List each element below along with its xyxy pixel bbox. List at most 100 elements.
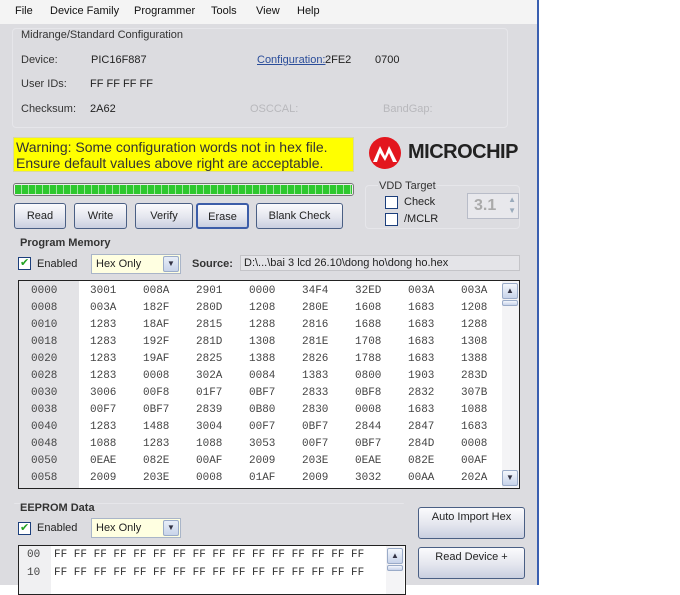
data-cell[interactable]: 1308 bbox=[461, 336, 487, 348]
data-cell[interactable]: 0BF7 bbox=[355, 438, 381, 450]
data-cell[interactable]: 2009 bbox=[249, 455, 275, 467]
data-cell[interactable]: 1288 bbox=[461, 319, 487, 331]
data-cell[interactable]: 3006 bbox=[90, 387, 116, 399]
data-cell[interactable]: 2844 bbox=[355, 421, 381, 433]
eeprom-table[interactable]: 00 FF FF FF FF FF FF FF FF FF FF FF FF FF… bbox=[18, 545, 406, 595]
data-cell[interactable]: 302A bbox=[196, 370, 222, 382]
data-cell[interactable]: 3032 bbox=[355, 472, 381, 484]
scroll-down-icon[interactable]: ▼ bbox=[502, 470, 518, 486]
data-cell[interactable]: 0008 bbox=[143, 370, 169, 382]
data-cell[interactable]: 1788 bbox=[355, 353, 381, 365]
data-cell[interactable]: 3004 bbox=[196, 421, 222, 433]
data-cell[interactable]: 19AF bbox=[143, 353, 169, 365]
data-cell[interactable]: 1683 bbox=[408, 302, 434, 314]
data-cell[interactable]: 1383 bbox=[302, 370, 328, 382]
data-cell[interactable]: 280E bbox=[302, 302, 328, 314]
read-button[interactable]: Read bbox=[14, 203, 66, 229]
data-cell[interactable]: 0EAE bbox=[90, 455, 116, 467]
menu-file[interactable]: File bbox=[15, 5, 33, 17]
data-cell[interactable]: 1088 bbox=[461, 404, 487, 416]
configuration-link[interactable]: Configuration: bbox=[257, 54, 326, 66]
data-cell[interactable]: 1208 bbox=[461, 302, 487, 314]
data-cell[interactable]: 1683 bbox=[408, 353, 434, 365]
menu-programmer[interactable]: Programmer bbox=[134, 5, 195, 17]
data-cell[interactable]: 00AF bbox=[461, 455, 487, 467]
data-cell[interactable]: 32ED bbox=[355, 285, 381, 297]
data-cell[interactable]: 2825 bbox=[196, 353, 222, 365]
erase-button[interactable]: Erase bbox=[196, 203, 249, 229]
data-cell[interactable]: 2839 bbox=[196, 404, 222, 416]
data-cell[interactable]: 2901 bbox=[196, 285, 222, 297]
menu-tools[interactable]: Tools bbox=[211, 5, 237, 17]
data-cell[interactable]: 3053 bbox=[249, 438, 275, 450]
data-cell[interactable]: 280D bbox=[196, 302, 222, 314]
data-cell[interactable]: 1208 bbox=[249, 302, 275, 314]
data-cell[interactable]: 1683 bbox=[461, 421, 487, 433]
data-cell[interactable]: 0008 bbox=[461, 438, 487, 450]
data-cell[interactable]: 0BF7 bbox=[249, 387, 275, 399]
data-cell[interactable]: 1088 bbox=[90, 438, 116, 450]
blank-check-button[interactable]: Blank Check bbox=[256, 203, 343, 229]
data-cell[interactable]: 0BF7 bbox=[143, 404, 169, 416]
program-memory-mode-select[interactable]: Hex Only ▼ bbox=[91, 254, 181, 274]
program-memory-scrollbar[interactable]: ▲ ▼ bbox=[502, 281, 519, 488]
data-cell[interactable]: 202A bbox=[461, 472, 487, 484]
data-cell[interactable]: 1283 bbox=[90, 370, 116, 382]
data-cell[interactable]: 1283 bbox=[90, 319, 116, 331]
data-cell[interactable]: 281D bbox=[196, 336, 222, 348]
data-cell[interactable]: 203E bbox=[302, 455, 328, 467]
data-cell[interactable]: 1683 bbox=[408, 319, 434, 331]
data-cell[interactable]: 082E bbox=[143, 455, 169, 467]
spin-down-icon[interactable]: ▼ bbox=[508, 206, 516, 215]
data-cell[interactable]: 00AA bbox=[408, 472, 434, 484]
data-cell[interactable]: 0084 bbox=[249, 370, 275, 382]
data-cell[interactable]: 00F8 bbox=[143, 387, 169, 399]
eeprom-enabled-checkbox[interactable] bbox=[18, 521, 31, 535]
chevron-down-icon[interactable]: ▼ bbox=[163, 520, 179, 536]
data-cell[interactable]: 1608 bbox=[355, 302, 381, 314]
program-memory-enabled-checkbox[interactable] bbox=[18, 256, 31, 270]
data-cell[interactable]: 1388 bbox=[249, 353, 275, 365]
data-cell[interactable]: 3001 bbox=[90, 285, 116, 297]
write-button[interactable]: Write bbox=[74, 203, 127, 229]
data-cell[interactable]: 082E bbox=[408, 455, 434, 467]
scroll-thumb[interactable] bbox=[502, 300, 518, 306]
data-cell[interactable]: 2847 bbox=[408, 421, 434, 433]
data-cell[interactable]: 2815 bbox=[196, 319, 222, 331]
data-cell[interactable]: 2009 bbox=[90, 472, 116, 484]
menu-view[interactable]: View bbox=[256, 5, 280, 17]
data-cell[interactable]: 1283 bbox=[90, 353, 116, 365]
data-cell[interactable]: 1688 bbox=[355, 319, 381, 331]
data-cell[interactable]: 01AF bbox=[249, 472, 275, 484]
scroll-up-icon[interactable]: ▲ bbox=[387, 548, 403, 564]
data-cell[interactable]: 1388 bbox=[461, 353, 487, 365]
eeprom-scrollbar[interactable]: ▲ bbox=[386, 546, 404, 594]
data-cell[interactable]: 00F7 bbox=[90, 404, 116, 416]
data-cell[interactable]: 283D bbox=[461, 370, 487, 382]
data-cell[interactable]: 0B80 bbox=[249, 404, 275, 416]
data-cell[interactable]: 0000 bbox=[249, 285, 275, 297]
scroll-up-icon[interactable]: ▲ bbox=[502, 283, 518, 299]
data-cell[interactable]: 307B bbox=[461, 387, 487, 399]
data-cell[interactable]: 003A bbox=[90, 302, 116, 314]
data-cell[interactable]: 0800 bbox=[355, 370, 381, 382]
data-cell[interactable]: 1683 bbox=[408, 404, 434, 416]
data-cell[interactable]: 00F7 bbox=[249, 421, 275, 433]
data-cell[interactable]: 284D bbox=[408, 438, 434, 450]
read-device-plus-button[interactable]: Read Device + bbox=[418, 547, 525, 579]
data-cell[interactable]: 0008 bbox=[196, 472, 222, 484]
data-cell[interactable]: 1488 bbox=[143, 421, 169, 433]
vdd-check-checkbox[interactable] bbox=[385, 196, 398, 209]
data-cell[interactable]: 2009 bbox=[302, 472, 328, 484]
data-cell[interactable]: FF FF FF FF FF FF FF FF FF FF FF FF FF F… bbox=[54, 549, 364, 561]
data-cell[interactable]: 0008 bbox=[355, 404, 381, 416]
verify-button[interactable]: Verify bbox=[135, 203, 193, 229]
data-cell[interactable]: 2830 bbox=[302, 404, 328, 416]
program-memory-table[interactable]: 0000 3001 008A 2901 0000 34F4 32ED 003A 003A 0008… bbox=[18, 280, 520, 489]
scroll-thumb[interactable] bbox=[387, 565, 403, 571]
data-cell[interactable]: 01F7 bbox=[196, 387, 222, 399]
data-cell[interactable]: 1308 bbox=[249, 336, 275, 348]
data-cell[interactable]: 008A bbox=[143, 285, 169, 297]
data-cell[interactable]: FF FF FF FF FF FF FF FF FF FF FF FF FF F… bbox=[54, 567, 364, 579]
data-cell[interactable]: 1903 bbox=[408, 370, 434, 382]
